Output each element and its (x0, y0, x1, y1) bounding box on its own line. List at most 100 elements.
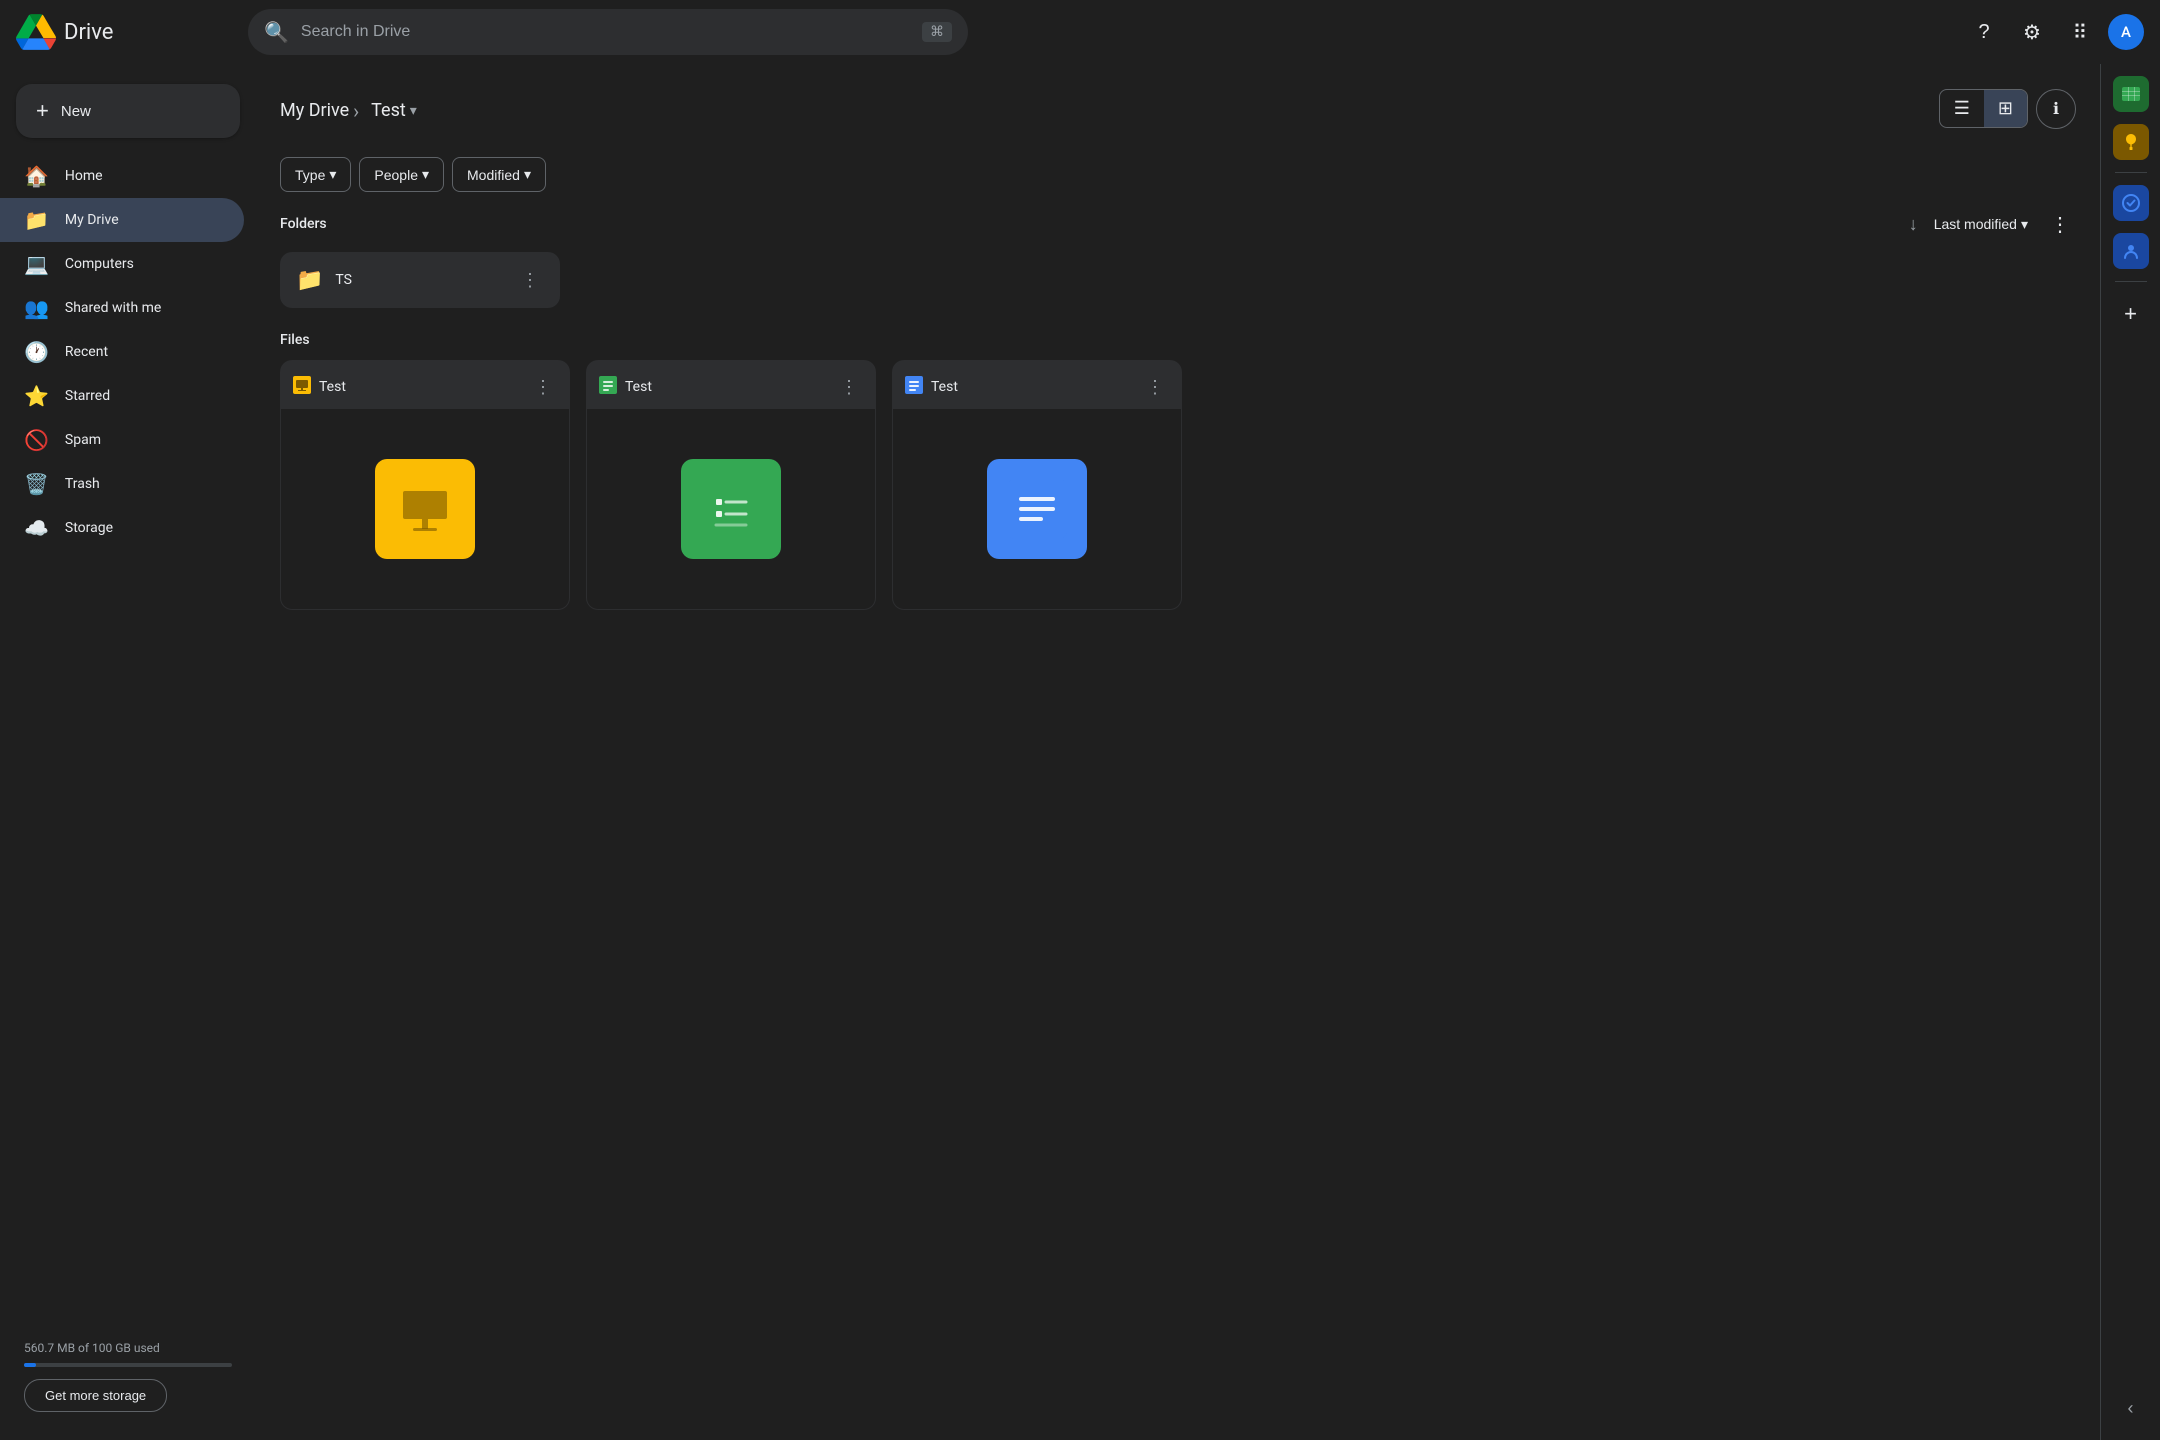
tasks-panel-button[interactable] (2113, 185, 2149, 221)
storage-icon: ☁️ (24, 516, 49, 540)
forms-type-icon (599, 376, 617, 399)
sidebar-item-shared[interactable]: 👥 Shared with me (0, 286, 244, 330)
apps-button[interactable]: ⠿ (2060, 12, 2100, 52)
file-docs-name: Test (931, 379, 1133, 395)
right-panel: + ‹ (2100, 64, 2160, 1440)
modified-filter-label: Modified (467, 167, 520, 183)
get-storage-button[interactable]: Get more storage (24, 1379, 167, 1412)
file-forms-preview (587, 409, 875, 609)
file-slides-more-button[interactable]: ⋮ (529, 373, 557, 401)
breadcrumb-dropdown-icon: ▾ (410, 103, 417, 119)
search-bar[interactable]: 🔍 ⌘ (248, 9, 968, 55)
files-section: Files Test (280, 332, 2076, 610)
slides-type-icon (293, 376, 311, 399)
people-filter-label: People (374, 167, 418, 183)
main-content: My Drive › Test ▾ ☰ ⊞ ℹ Type ▾ (256, 64, 2100, 1440)
home-icon: 🏠 (24, 164, 49, 188)
computers-icon: 💻 (24, 252, 49, 276)
folders-more-button[interactable]: ⋮ (2044, 208, 2076, 240)
sidebar-item-recent-label: Recent (65, 344, 108, 360)
breadcrumb-current-label: Test (371, 100, 406, 121)
sidebar-item-storage-label: Storage (65, 520, 113, 536)
file-card-forms[interactable]: Test ⋮ (586, 360, 876, 610)
file-slides-preview (281, 409, 569, 609)
breadcrumb-separator-icon: › (353, 99, 359, 123)
sidebar-item-home[interactable]: 🏠 Home (0, 154, 244, 198)
folder-more-button[interactable]: ⋮ (516, 266, 544, 294)
trash-icon: 🗑️ (24, 472, 49, 496)
storage-section: 560.7 MB of 100 GB used Get more storage (0, 1325, 256, 1428)
sidebar-item-recent[interactable]: 🕐 Recent (0, 330, 244, 374)
file-docs-more-button[interactable]: ⋮ (1141, 373, 1169, 401)
breadcrumb-parent[interactable]: My Drive (280, 100, 349, 121)
breadcrumb-current[interactable]: Test ▾ (363, 96, 425, 125)
file-card-docs[interactable]: Test ⋮ (892, 360, 1182, 610)
storage-text: 560.7 MB of 100 GB used (24, 1341, 232, 1355)
people-filter[interactable]: People ▾ (359, 157, 444, 192)
list-view-button[interactable]: ☰ (1940, 90, 1984, 127)
collapse-panel-button[interactable]: ‹ (2111, 1388, 2151, 1428)
sidebar-item-computers[interactable]: 💻 Computers (0, 242, 244, 286)
folder-grid: 📁 TS ⋮ (280, 252, 2076, 308)
settings-button[interactable]: ⚙ (2012, 12, 2052, 52)
sidebar-item-computers-label: Computers (65, 256, 134, 272)
main-layout: + New 🏠 Home 📁 My Drive 💻 Computers 👥 Sh… (0, 64, 2160, 1440)
file-slides-name: Test (319, 379, 521, 395)
type-filter[interactable]: Type ▾ (280, 157, 351, 192)
grid-view-button[interactable]: ⊞ (1984, 90, 2027, 127)
folders-header: Folders ↓ Last modified ▾ ⋮ (280, 208, 2076, 240)
file-card-slides-header: Test ⋮ (281, 361, 569, 409)
forms-preview-icon (681, 459, 781, 559)
slides-preview-icon (375, 459, 475, 559)
help-button[interactable]: ? (1964, 12, 2004, 52)
breadcrumb: My Drive › Test ▾ (280, 80, 425, 137)
spam-icon: 🚫 (24, 428, 49, 452)
sidebar-item-spam[interactable]: 🚫 Spam (0, 418, 244, 462)
files-grid: Test ⋮ (280, 360, 2076, 610)
topbar-right: ? ⚙ ⠿ A (1964, 12, 2144, 52)
modified-filter[interactable]: Modified ▾ (452, 157, 546, 192)
info-button[interactable]: ℹ (2036, 89, 2076, 129)
contacts-panel-button[interactable] (2113, 233, 2149, 269)
add-panel-button[interactable]: + (2111, 294, 2151, 334)
sidebar: + New 🏠 Home 📁 My Drive 💻 Computers 👥 Sh… (0, 64, 256, 1440)
keep-panel-button[interactable] (2113, 124, 2149, 160)
file-card-docs-header: Test ⋮ (893, 361, 1181, 409)
sort-button[interactable]: Last modified ▾ (1926, 212, 2036, 237)
file-forms-more-button[interactable]: ⋮ (835, 373, 863, 401)
filter-bar: Type ▾ People ▾ Modified ▾ (280, 149, 2076, 208)
storage-bar (24, 1363, 232, 1367)
folder-item[interactable]: 📁 TS ⋮ (280, 252, 560, 308)
file-forms-name: Test (625, 379, 827, 395)
sidebar-item-storage[interactable]: ☁️ Storage (0, 506, 244, 550)
sidebar-item-trash-label: Trash (65, 476, 100, 492)
sidebar-item-my-drive-label: My Drive (65, 212, 119, 228)
file-card-slides[interactable]: Test ⋮ (280, 360, 570, 610)
search-input[interactable] (301, 23, 910, 41)
avatar[interactable]: A (2108, 14, 2144, 50)
right-panel-divider-2 (2115, 281, 2147, 282)
my-drive-icon: 📁 (24, 208, 49, 232)
type-filter-chevron-icon: ▾ (329, 166, 336, 183)
view-controls: ☰ ⊞ ℹ (1939, 89, 2076, 129)
modified-filter-chevron-icon: ▾ (524, 166, 531, 183)
sort-down-arrow-icon: ↓ (1909, 214, 1918, 235)
sidebar-item-my-drive[interactable]: 📁 My Drive (0, 198, 244, 242)
sidebar-item-starred[interactable]: ⭐ Starred (0, 374, 244, 418)
files-title: Files (280, 332, 310, 348)
files-header: Files (280, 332, 2076, 348)
sort-label: Last modified (1934, 216, 2017, 232)
right-panel-divider (2115, 172, 2147, 173)
sort-chevron-icon: ▾ (2021, 216, 2028, 233)
sort-controls: ↓ Last modified ▾ ⋮ (1909, 208, 2076, 240)
folder-name: TS (335, 272, 504, 288)
sidebar-item-trash[interactable]: 🗑️ Trash (0, 462, 244, 506)
keyboard-shortcut-icon: ⌘ (922, 22, 952, 42)
sheets-panel-button[interactable] (2113, 76, 2149, 112)
new-button[interactable]: + New (16, 84, 240, 138)
new-button-label: New (61, 103, 91, 120)
people-filter-chevron-icon: ▾ (422, 166, 429, 183)
logo-area[interactable]: Drive (16, 12, 236, 52)
file-docs-preview (893, 409, 1181, 609)
type-filter-label: Type (295, 167, 325, 183)
